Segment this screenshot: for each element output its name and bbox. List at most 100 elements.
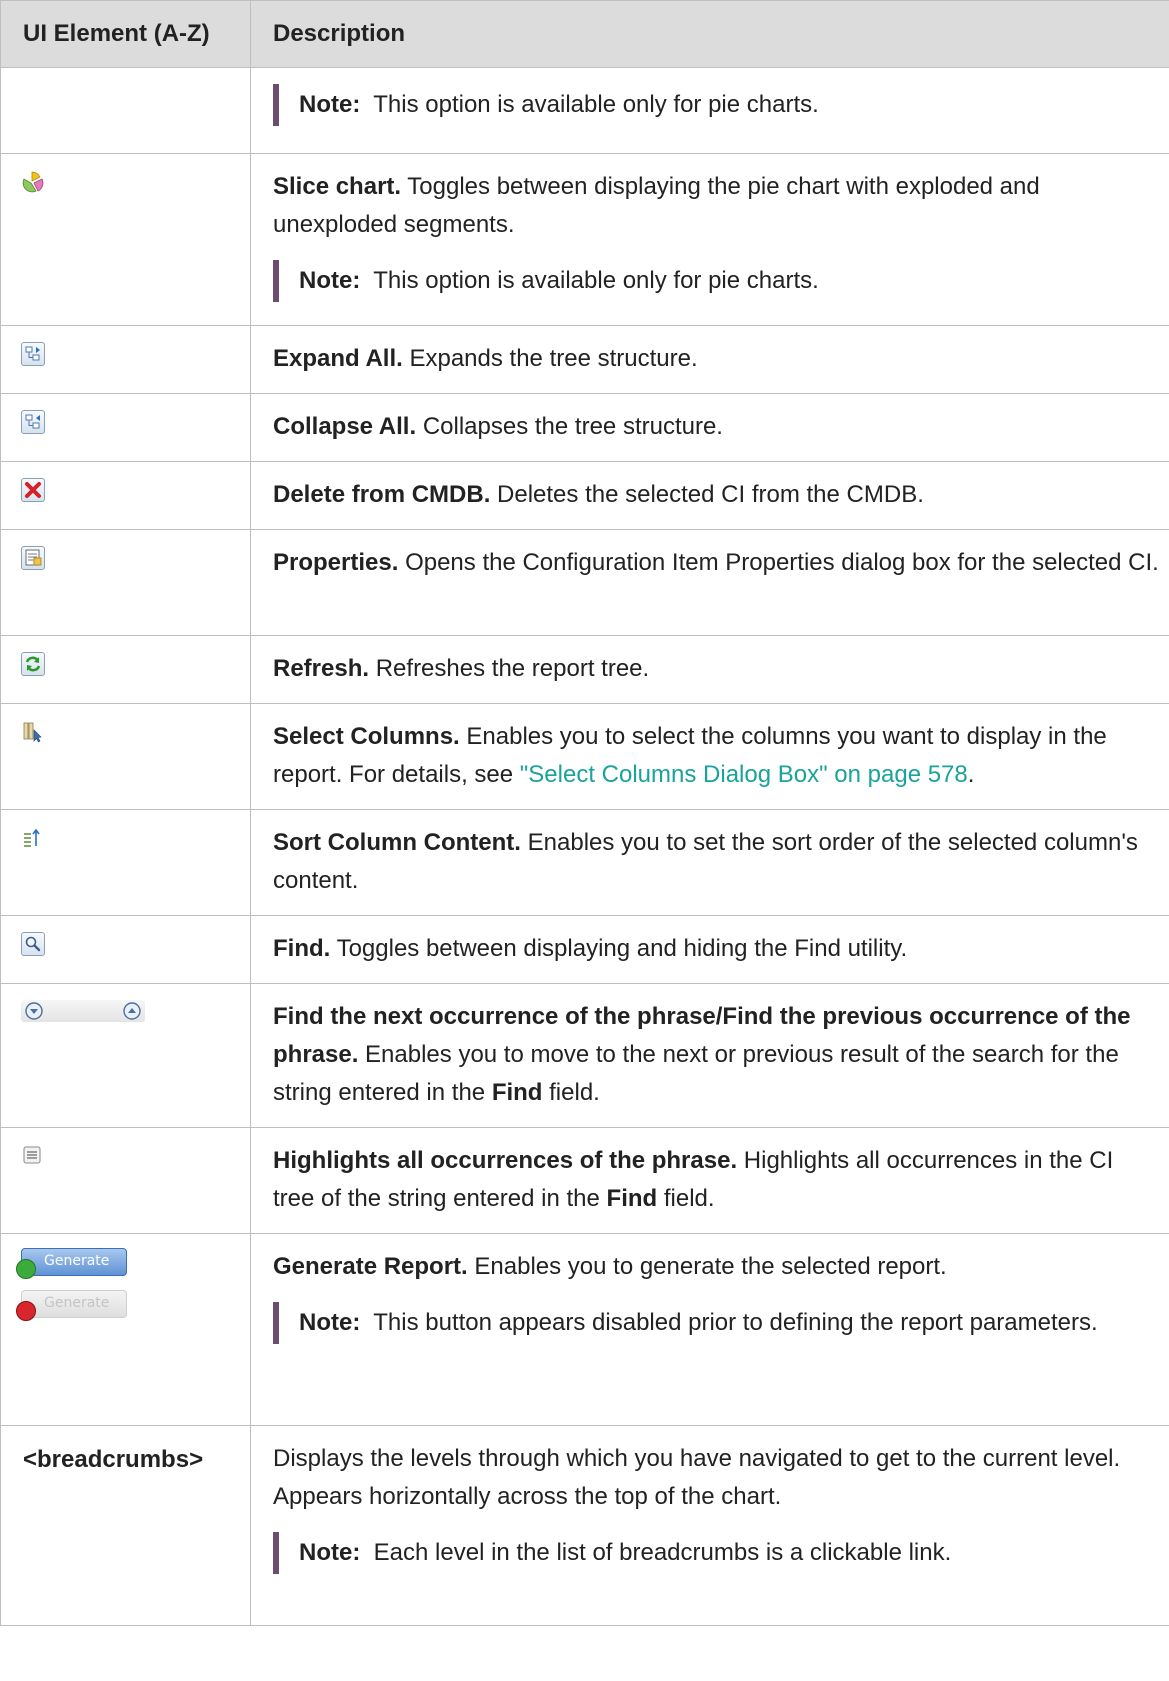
element-cell — [0, 915, 251, 984]
table-row: Expand All. Expands the tree structure. — [0, 325, 1169, 394]
item-text: Expands the tree structure. — [409, 345, 698, 372]
description-cell: Properties. Opens the Configuration Item… — [250, 529, 1169, 636]
item-title: Find. — [273, 935, 331, 962]
table-row: Note: This option is available only for … — [0, 67, 1169, 154]
item-text: Opens the Configuration Item Properties … — [405, 549, 1159, 576]
item-title: Generate Report. — [273, 1253, 468, 1280]
element-cell — [0, 461, 251, 530]
table-header-row: UI Element (A-Z) Description — [0, 0, 1169, 68]
element-cell — [0, 325, 251, 394]
find-icon — [21, 932, 45, 956]
element-cell — [0, 67, 251, 154]
description-cell: Select Columns. Enables you to select th… — [250, 703, 1169, 810]
find-field-ref: Find — [491, 1079, 543, 1106]
note-block: Note: This button appears disabled prior… — [273, 1302, 1159, 1344]
table-row: Delete from CMDB. Deletes the selected C… — [0, 461, 1169, 530]
note-text: Each level in the list of breadcrumbs is… — [373, 1539, 952, 1566]
properties-icon — [21, 546, 45, 570]
item-text: Enables you to move to the next or previ… — [273, 1041, 1119, 1106]
element-cell — [0, 153, 251, 326]
item-title: Properties. — [273, 549, 399, 576]
header-ui-element: UI Element (A-Z) — [0, 0, 251, 68]
find-next-icon — [23, 1000, 47, 1024]
generate-button-enabled: Generate — [16, 1248, 127, 1279]
check-icon — [16, 1259, 36, 1279]
description-cell: Refresh. Refreshes the report tree. — [250, 635, 1169, 704]
description-cell: Delete from CMDB. Deletes the selected C… — [250, 461, 1169, 530]
item-text: Enables you to generate the selected rep… — [474, 1253, 947, 1280]
note-label: Note: — [299, 1309, 361, 1336]
note-block: Note: Each level in the list of breadcru… — [273, 1532, 1159, 1574]
description-cell: Note: This option is available only for … — [250, 67, 1169, 154]
description-cell: Displays the levels through which you ha… — [250, 1425, 1169, 1626]
description-cell: Sort Column Content. Enables you to set … — [250, 809, 1169, 916]
table-row: Select Columns. Enables you to select th… — [0, 703, 1169, 810]
note-label: Note: — [299, 1539, 361, 1566]
select-columns-link[interactable]: "Select Columns Dialog Box" on page 578 — [520, 761, 968, 788]
element-cell — [0, 983, 251, 1128]
note-text: This option is available only for pie ch… — [373, 267, 819, 294]
note-text: This option is available only for pie ch… — [373, 91, 819, 118]
breadcrumbs-element-label: <breadcrumbs> — [23, 1446, 204, 1473]
item-text: Refreshes the report tree. — [375, 655, 650, 682]
note-text: This button appears disabled prior to de… — [373, 1309, 1098, 1336]
element-cell: <breadcrumbs> — [0, 1425, 251, 1626]
item-title: Highlights all occurrences of the phrase… — [273, 1147, 738, 1174]
item-title: Slice chart. — [273, 173, 402, 200]
highlight-all-icon — [21, 1144, 45, 1168]
description-cell: Expand All. Expands the tree structure. — [250, 325, 1169, 394]
item-text: Deletes the selected CI from the CMDB. — [497, 481, 924, 508]
table-row: Find the next occurrence of the phrase/F… — [0, 983, 1169, 1128]
refresh-icon — [21, 652, 45, 676]
description-cell: Slice chart. Toggles between displaying … — [250, 153, 1169, 326]
table-row: <breadcrumbs> Displays the levels throug… — [0, 1425, 1169, 1626]
table-row: Refresh. Refreshes the report tree. — [0, 635, 1169, 704]
table-row: Highlights all occurrences of the phrase… — [0, 1127, 1169, 1234]
note-label: Note: — [299, 267, 361, 294]
element-cell — [0, 809, 251, 916]
element-cell — [0, 529, 251, 636]
expand-all-icon — [21, 342, 45, 366]
item-title: Expand All. — [273, 345, 403, 372]
description-cell: Highlights all occurrences of the phrase… — [250, 1127, 1169, 1234]
item-title: Sort Column Content. — [273, 829, 521, 856]
element-cell — [0, 393, 251, 462]
find-previous-icon — [121, 1000, 145, 1024]
table-row: Slice chart. Toggles between displaying … — [0, 153, 1169, 326]
slice-chart-icon — [21, 170, 45, 194]
description-cell: Collapse All. Collapses the tree structu… — [250, 393, 1169, 462]
element-cell — [0, 1127, 251, 1234]
item-text: Toggles between displaying and hiding th… — [336, 935, 908, 962]
note-block: Note: This option is available only for … — [273, 84, 1159, 126]
table-row: Properties. Opens the Configuration Item… — [0, 529, 1169, 636]
ui-elements-table: UI Element (A-Z) Description Note: This … — [0, 0, 1169, 1626]
table-row: Sort Column Content. Enables you to set … — [0, 809, 1169, 916]
sort-column-icon — [21, 826, 45, 850]
item-text-after: field. — [542, 1079, 600, 1106]
collapse-all-icon — [21, 410, 45, 434]
table-row: Collapse All. Collapses the tree structu… — [0, 393, 1169, 462]
find-next-prev-icons — [21, 1000, 145, 1022]
table-row: Find. Toggles between displaying and hid… — [0, 915, 1169, 984]
element-cell — [0, 703, 251, 810]
item-text: Displays the levels through which you ha… — [273, 1445, 1121, 1510]
description-cell: Find the next occurrence of the phrase/F… — [250, 983, 1169, 1128]
item-text-after: field. — [657, 1185, 715, 1212]
item-text-after: . — [967, 761, 975, 788]
item-title: Select Columns. — [273, 723, 460, 750]
item-text: Collapses the tree structure. — [422, 413, 723, 440]
note-label: Note: — [299, 91, 361, 118]
header-description: Description — [250, 0, 1169, 68]
element-cell — [0, 635, 251, 704]
item-title: Collapse All. — [273, 413, 417, 440]
item-title: Refresh. — [273, 655, 370, 682]
item-title: Delete from CMDB. — [273, 481, 491, 508]
delete-icon — [21, 478, 45, 502]
error-icon — [16, 1301, 36, 1321]
description-cell: Generate Report. Enables you to generate… — [250, 1233, 1169, 1426]
generate-button-disabled: Generate — [16, 1290, 127, 1321]
select-columns-icon — [21, 720, 45, 744]
note-block: Note: This option is available only for … — [273, 260, 1159, 302]
element-cell: Generate Generate — [0, 1233, 251, 1426]
table-row: Generate Generate Generate Report. Enabl… — [0, 1233, 1169, 1426]
